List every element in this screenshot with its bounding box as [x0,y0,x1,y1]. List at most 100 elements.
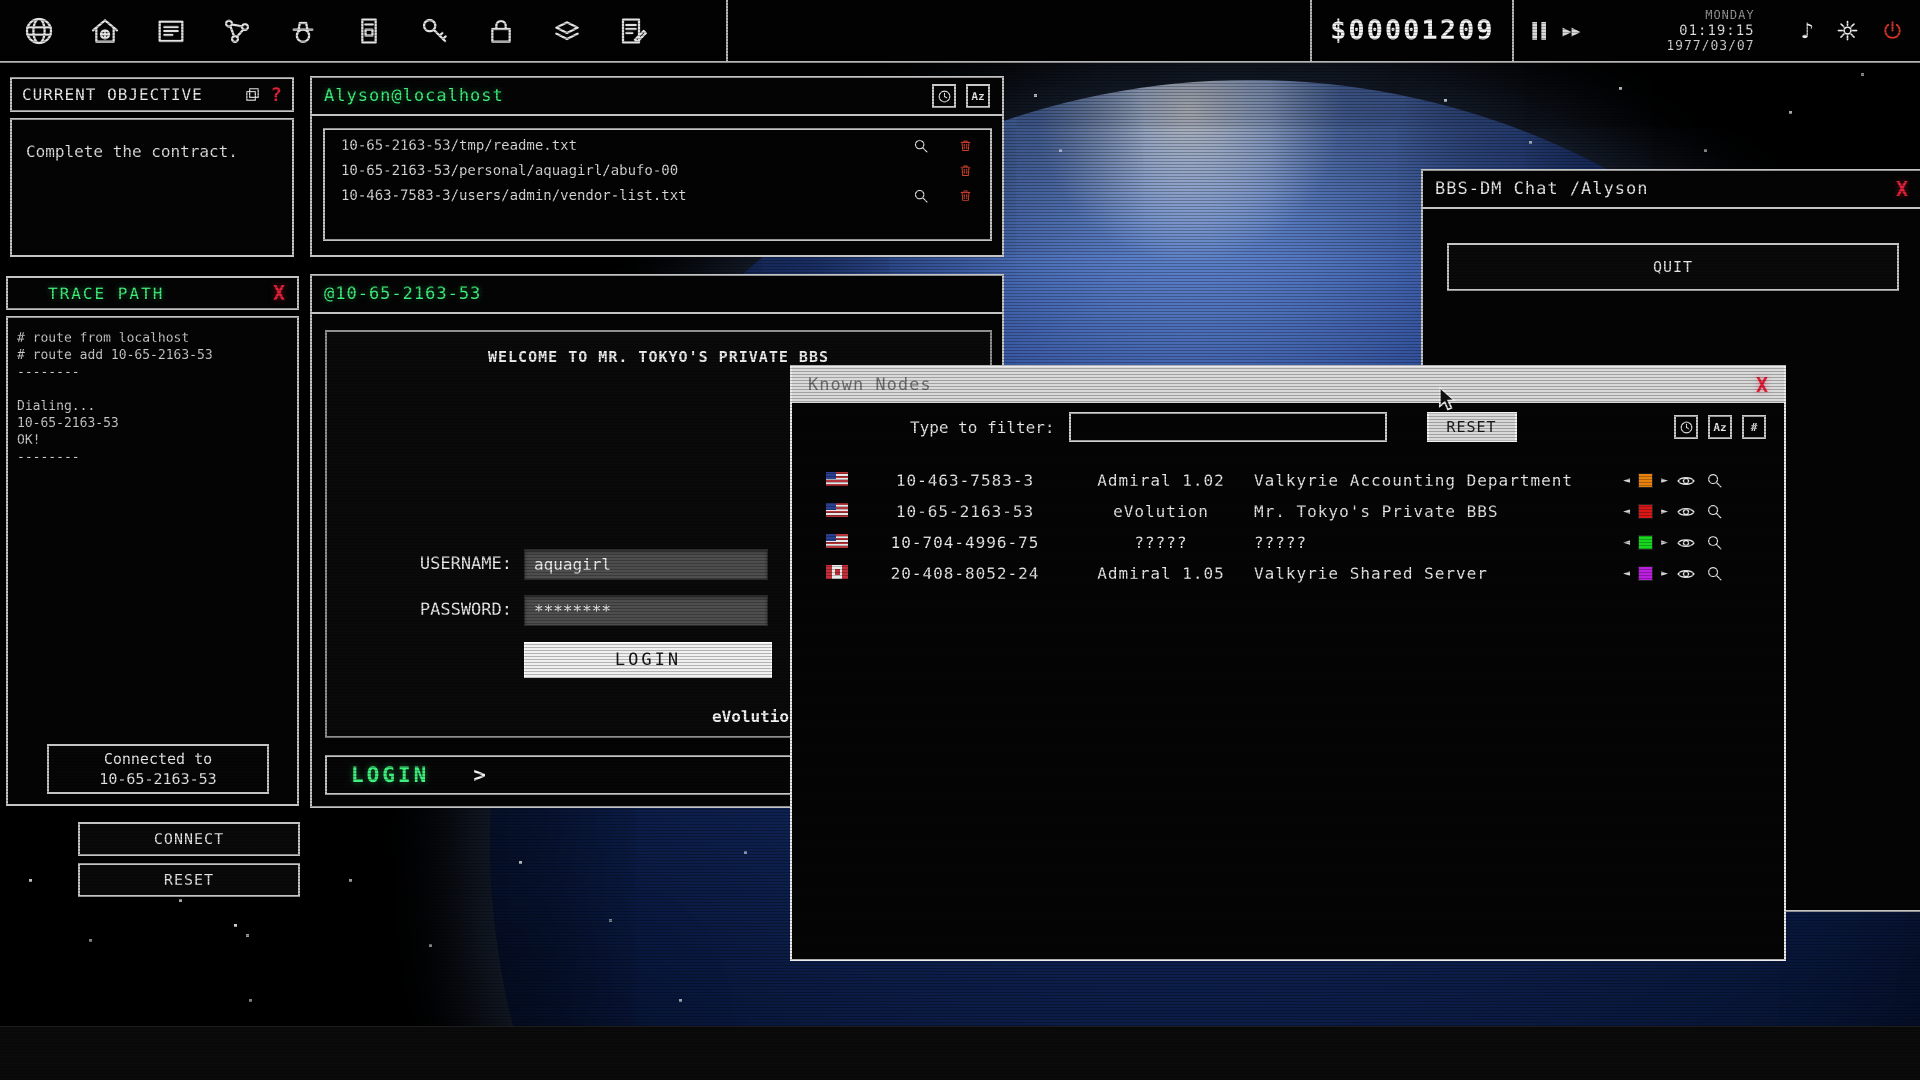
color-next-icon[interactable]: ► [1661,476,1668,486]
eye-icon[interactable] [1676,502,1696,522]
sort-alpha-icon[interactable]: Az [1708,415,1732,439]
eye-icon[interactable] [1676,564,1696,584]
connect-button[interactable]: CONNECT [78,822,300,856]
node-color-swatch[interactable] [1638,566,1653,581]
windows-icon[interactable] [244,86,261,103]
filter-reset-button[interactable]: RESET [1427,412,1517,442]
game-screen: $00001209 ▌▌ ▶▶ MONDAY 01:19:15 1977/03/… [0,0,1920,1080]
node-number: 10-463-7583-3 [862,471,1068,490]
country-flag [826,565,848,579]
node-color-swatch[interactable] [1638,504,1653,519]
filter-input[interactable] [1069,412,1387,442]
node-row[interactable]: 10-463-7583-3 Admiral 1.02 Valkyrie Acco… [792,465,1784,496]
sort-alpha-icon[interactable]: Az [966,84,990,108]
color-prev-icon[interactable]: ◄ [1623,538,1630,548]
node-color-swatch[interactable] [1638,535,1653,550]
color-prev-icon[interactable]: ◄ [1623,569,1630,579]
country-flag [826,534,848,548]
network-map-icon[interactable] [216,10,258,52]
node-os: ????? [1068,533,1254,552]
trash-icon[interactable] [957,187,974,204]
files-panel-header: Alyson@localhost Az [312,78,1002,116]
sort-time-icon[interactable] [932,84,956,108]
search-icon[interactable] [1704,502,1724,522]
password-label: PASSWORD: [372,600,512,620]
clock-date: 1977/03/07 [1615,39,1755,55]
lock-icon[interactable] [480,10,522,52]
color-next-icon[interactable]: ► [1661,507,1668,517]
search-icon[interactable] [1704,533,1724,553]
trace-log-line: # route from localhost [17,330,288,347]
node-color-swatch[interactable] [1638,473,1653,488]
missions-icon[interactable] [546,10,588,52]
remote-panel-header: @10-65-2163-53 [312,276,1002,314]
node-name: Valkyrie Shared Server [1254,564,1614,583]
node-name: Valkyrie Accounting Department [1254,471,1614,490]
node-os: eVolution [1068,502,1254,521]
connection-status-line: Connected to [49,749,267,769]
power-icon[interactable] [1881,19,1904,42]
gear-icon[interactable] [1836,19,1859,42]
country-flag [826,472,848,486]
username-row: USERNAME: [372,548,768,580]
objective-header: CURRENT OBJECTIVE ? [10,77,294,112]
color-next-icon[interactable]: ► [1661,538,1668,548]
node-list: 10-463-7583-3 Admiral 1.02 Valkyrie Acco… [792,451,1784,589]
fast-forward-button[interactable]: ▶▶ [1563,22,1581,40]
window-titlebar[interactable]: Known Nodes X [792,367,1784,403]
trace-log-line: OK! [17,432,288,449]
connection-status: Connected to 10-65-2163-53 [47,744,269,794]
close-icon[interactable]: X [1896,177,1908,201]
search-icon[interactable] [1704,471,1724,491]
username-input[interactable] [524,549,768,580]
eye-icon[interactable] [1676,533,1696,553]
key-icon[interactable] [414,10,456,52]
eye-icon[interactable] [1676,471,1696,491]
close-icon[interactable]: X [273,281,285,305]
color-prev-icon[interactable]: ◄ [1623,476,1630,486]
trace-panel: # route from localhost # route add 10-65… [6,316,299,806]
search-icon[interactable] [1704,564,1724,584]
hardware-icon[interactable] [348,10,390,52]
agent-icon[interactable] [282,10,324,52]
color-prev-icon[interactable]: ◄ [1623,507,1630,517]
node-row[interactable]: 20-408-8052-24 Admiral 1.05 Valkyrie Sha… [792,558,1784,589]
globe-icon[interactable] [18,10,60,52]
notes-icon[interactable] [612,10,654,52]
trash-icon[interactable] [957,162,974,179]
close-icon[interactable]: X [1756,373,1768,397]
help-icon[interactable]: ? [271,84,282,106]
file-row[interactable]: 10-65-2163-53/personal/aquagirl/abufo-00 [325,158,990,183]
sort-number-icon[interactable]: # [1742,415,1766,439]
sort-time-icon[interactable] [1674,415,1698,439]
filter-row: Type to filter: RESET Az # [792,403,1784,451]
password-input[interactable] [524,595,768,626]
system-icons: ♪ [1801,19,1920,43]
file-row[interactable]: 10-463-7583-3/users/admin/vendor-list.tx… [325,183,990,208]
node-name: Mr. Tokyo's Private BBS [1254,502,1614,521]
chevron-right-icon: > [473,763,486,787]
search-icon[interactable] [912,187,929,204]
pause-button[interactable]: ▌▌ [1532,22,1550,40]
newspaper-icon[interactable] [150,10,192,52]
game-clock: MONDAY 01:19:15 1977/03/07 [1615,7,1755,55]
search-icon[interactable] [912,137,929,154]
quit-button[interactable]: QUIT [1447,243,1899,291]
top-toolbar: $00001209 ▌▌ ▶▶ MONDAY 01:19:15 1977/03/… [0,0,1920,63]
trace-title: TRACE PATH [48,284,164,303]
node-row[interactable]: 10-65-2163-53 eVolution Mr. Tokyo's Priv… [792,496,1784,527]
topbar-right-cluster: $00001209 ▌▌ ▶▶ MONDAY 01:19:15 1977/03/… [1310,0,1920,61]
home-icon[interactable] [84,10,126,52]
music-icon[interactable]: ♪ [1801,19,1814,43]
color-next-icon[interactable]: ► [1661,569,1668,579]
node-name: ????? [1254,533,1614,552]
node-row[interactable]: 10-704-4996-75 ????? ????? ◄ ► [792,527,1784,558]
username-label: USERNAME: [372,554,512,574]
reset-button[interactable]: RESET [78,863,300,897]
window-title: Known Nodes [808,375,932,395]
action-label: LOGIN [351,763,429,787]
bbs-login-button[interactable]: LOGIN [524,642,772,678]
trash-icon[interactable] [957,137,974,154]
node-number: 20-408-8052-24 [862,564,1068,583]
file-row[interactable]: 10-65-2163-53/tmp/readme.txt [325,133,990,158]
